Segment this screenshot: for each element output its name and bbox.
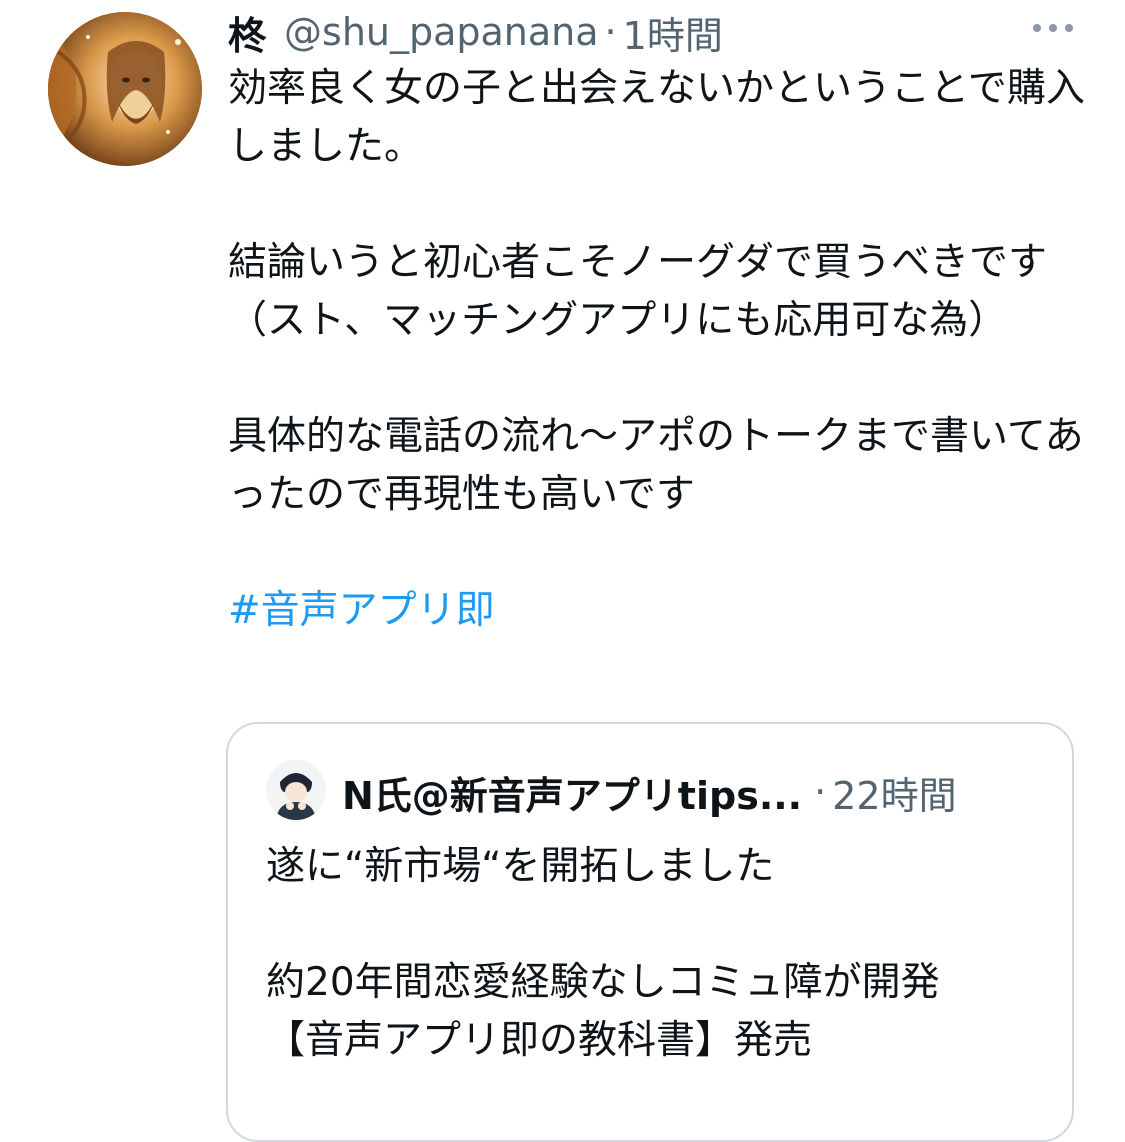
- timestamp[interactable]: 1時間: [623, 5, 723, 60]
- tweet-paragraph: 具体的な電話の流れ〜アポのトークまで書いてあったので再現性も高いです: [228, 414, 1084, 517]
- tweet-paragraph: 効率良く女の子と出会えないかということで購入しました。: [228, 66, 1085, 169]
- user-avatar[interactable]: [48, 12, 202, 166]
- tweet-body: 効率良く女の子と出会えないかということで購入しました。 結論いうと初心者こそノー…: [228, 60, 1088, 640]
- display-name[interactable]: 柊: [228, 5, 266, 60]
- tweet-paragraph: 結論いうと初心者こそノーグダで買うべきです（スト、マッチングアプリにも応用可な為…: [228, 240, 1048, 343]
- quoted-avatar-image: [266, 760, 326, 820]
- quoted-user-avatar[interactable]: [266, 760, 326, 820]
- avatar-image: [48, 12, 202, 166]
- quoted-timestamp[interactable]: 22時間: [832, 765, 956, 820]
- separator-dot: ·: [604, 10, 617, 54]
- quoted-tweet-header: N氏@新音声アプリtips... · 22時間: [342, 764, 957, 820]
- hashtag-link[interactable]: #音声アプリ即: [228, 588, 495, 633]
- separator-dot: ·: [814, 770, 827, 814]
- user-handle[interactable]: @shu_papanana: [284, 10, 599, 54]
- quoted-display-name[interactable]: N氏@新音声アプリtips...: [342, 765, 802, 820]
- more-horizontal-icon: [1029, 24, 1077, 32]
- quoted-tweet-body: 遂に“新市場“を開拓しました 約20年間恋愛経験なしコミュ障が開発 【音声アプリ…: [266, 838, 1046, 1070]
- more-options-button[interactable]: [1024, 8, 1082, 48]
- quoted-line: 遂に“新市場“を開拓しました: [266, 844, 775, 889]
- quoted-tweet-card[interactable]: N氏@新音声アプリtips... · 22時間 遂に“新市場“を開拓しました 約…: [226, 722, 1074, 1142]
- quoted-line: 約20年間恋愛経験なしコミュ障が開発: [266, 960, 940, 1005]
- tweet-header: 柊 @shu_papanana · 1時間: [228, 6, 723, 58]
- quoted-line: 【音声アプリ即の教科書】発売: [266, 1018, 813, 1063]
